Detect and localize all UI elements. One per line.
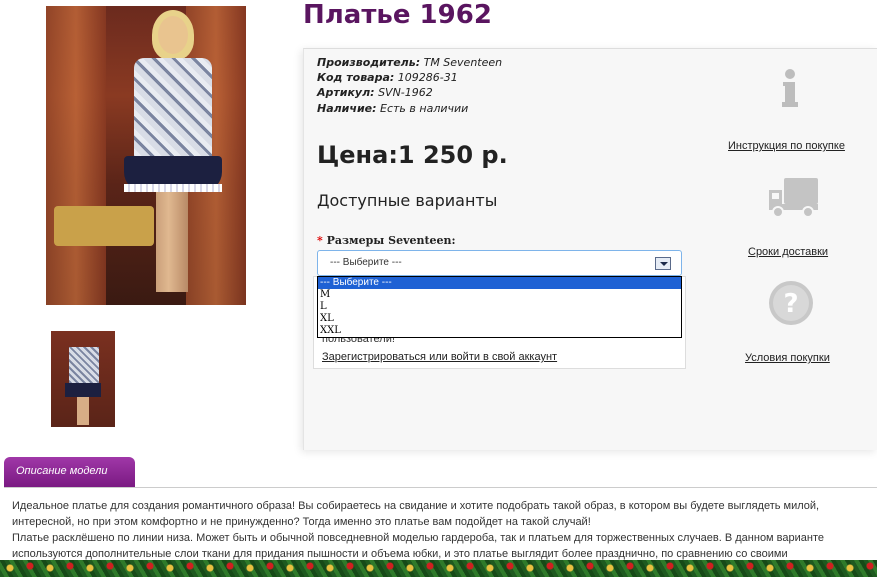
spec-availability: Наличие: Есть в наличии (317, 102, 469, 115)
description-line: Платье расклёшено по линии низа. Может б… (12, 532, 825, 544)
terms-link[interactable]: Условия покупки (745, 352, 830, 364)
delivery-link[interactable]: Сроки доставки (748, 246, 828, 258)
size-option[interactable]: XL (318, 313, 681, 325)
size-dropdown-list[interactable]: --- Выберите --- M L XL XXL (317, 276, 682, 338)
question-icon[interactable]: ? (768, 280, 814, 331)
spec-article: Артикул: SVN-1962 (317, 86, 433, 99)
spec-code: Код товара: 109286-31 (317, 71, 458, 84)
product-title: Платье 1962 (303, 0, 492, 30)
size-option[interactable]: XXL (318, 325, 681, 337)
size-option[interactable]: M (318, 289, 681, 301)
product-main-image[interactable] (46, 6, 246, 305)
size-label: * Размеры Seventeen: (317, 234, 456, 247)
spec-manufacturer: Производитель: ТМ Seventeen (317, 56, 503, 69)
description-line: Идеальное платье для создания романтично… (12, 500, 820, 512)
required-marker: * (317, 234, 323, 247)
product-price: Цена:1 250 р. (317, 141, 508, 169)
size-select[interactable]: --- Выберите --- (317, 250, 682, 276)
tab-description[interactable]: Описание модели (4, 457, 135, 487)
size-option[interactable]: L (318, 301, 681, 313)
description-line: интересной, но при этом комфортно и не п… (12, 516, 591, 528)
holiday-garland-decoration (0, 560, 877, 577)
truck-icon[interactable] (768, 178, 818, 223)
product-thumbnail[interactable] (51, 331, 115, 427)
size-select-value: --- Выберите --- (330, 257, 402, 268)
instructions-link[interactable]: Инструкция по покупке (728, 140, 845, 152)
variants-heading: Доступные варианты (317, 191, 498, 210)
product-info-box: Производитель: ТМ Seventeen Код товара: … (303, 48, 877, 450)
info-icon[interactable] (780, 69, 800, 116)
size-option[interactable]: --- Выберите --- (318, 277, 681, 289)
register-link[interactable]: Зарегистрироваться или войти в свой акка… (322, 351, 557, 363)
svg-text:?: ? (783, 289, 798, 319)
chevron-down-icon[interactable] (655, 257, 671, 270)
